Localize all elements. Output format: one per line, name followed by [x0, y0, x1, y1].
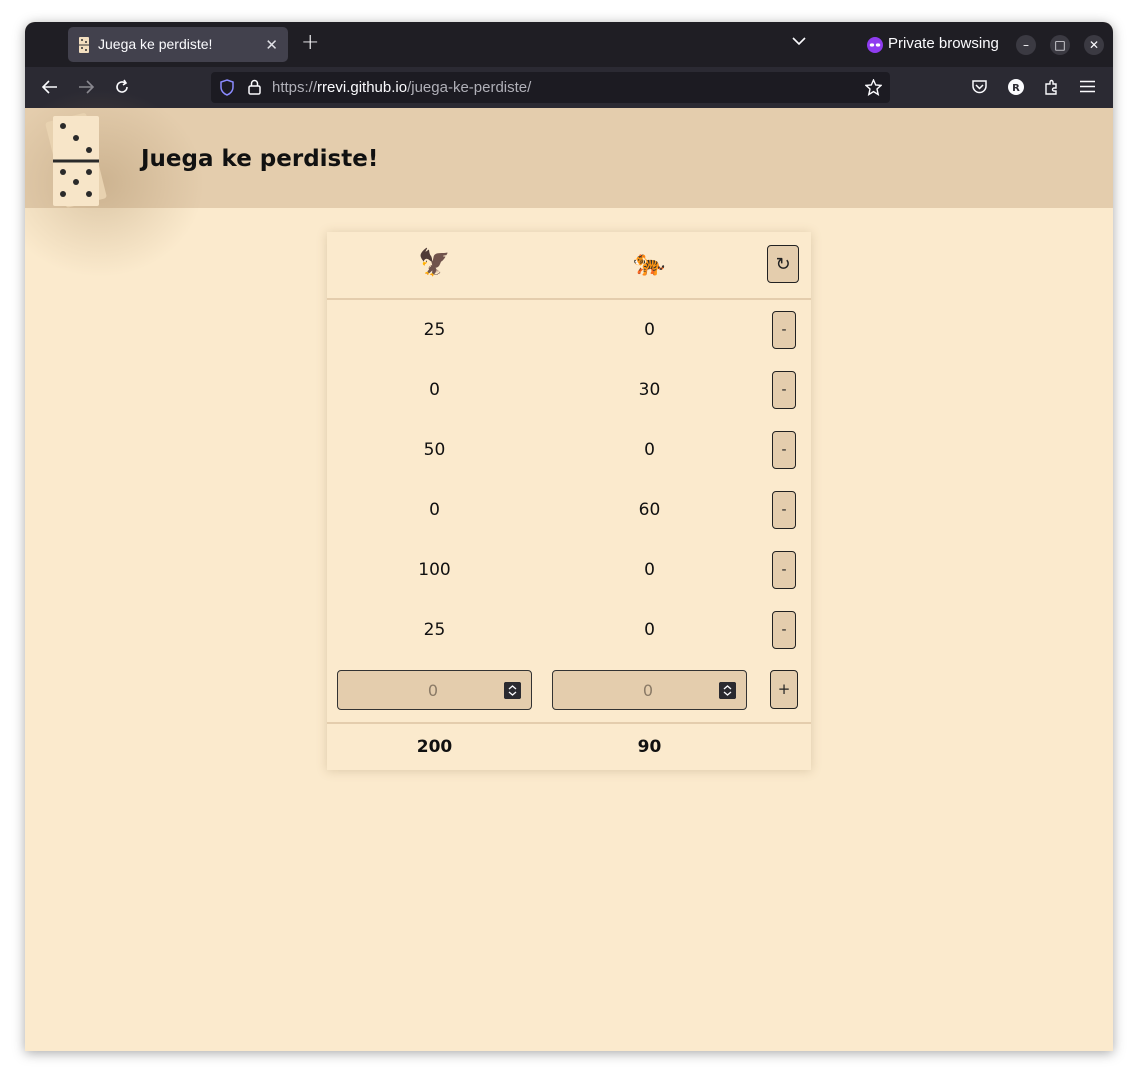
browser-window: Juega ke perdiste! ✕ + Private browsing …: [25, 22, 1113, 1051]
account-avatar-icon[interactable]: R: [1007, 78, 1025, 96]
tab-strip: Juega ke perdiste! ✕ + Private browsing …: [25, 22, 1113, 67]
score-row: 25 0 -: [327, 600, 811, 660]
private-browsing-label: Private browsing: [888, 35, 999, 52]
number-spinner-icon[interactable]: [719, 682, 736, 699]
url-text[interactable]: https://rrevi.github.io/juega-ke-perdist…: [272, 79, 531, 96]
total-player-2: 90: [637, 737, 662, 757]
score-row: 0 30 -: [327, 360, 811, 420]
lock-icon[interactable]: [248, 79, 261, 95]
score-cell-player-1: 50: [423, 440, 446, 460]
score-row: 25 0 -: [327, 300, 811, 360]
remove-row-button[interactable]: -: [772, 551, 796, 589]
player-2-input-value: 0: [642, 681, 654, 700]
score-cell-player-1: 25: [423, 620, 446, 640]
player-1-score-input[interactable]: 0: [337, 670, 532, 710]
remove-row-button[interactable]: -: [772, 371, 796, 409]
score-row: 100 0 -: [327, 540, 811, 600]
score-cell-player-2: 0: [644, 560, 655, 580]
score-table: 🦅 🐅 ↻ 25 0 - 0 30 - 50 0 - 0 60 - 100 0 …: [327, 232, 811, 770]
url-scheme: https://: [272, 79, 318, 96]
total-player-1: 200: [416, 737, 453, 757]
score-cell-player-1: 25: [423, 320, 446, 340]
tracking-shield-icon[interactable]: [220, 79, 234, 96]
extensions-puzzle-icon[interactable]: [1043, 79, 1060, 96]
new-score-row: 0 0 +: [327, 670, 811, 724]
score-cell-player-1: 100: [418, 560, 451, 580]
hamburger-menu-icon[interactable]: [1080, 80, 1095, 93]
score-cell-player-2: 0: [644, 620, 655, 640]
remove-row-button[interactable]: -: [772, 431, 796, 469]
svg-text:R: R: [1012, 83, 1020, 94]
tab-close-icon[interactable]: ✕: [265, 36, 278, 54]
score-table-header: 🦅 🐅 ↻: [327, 232, 811, 300]
score-cell-player-1: 0: [429, 380, 440, 400]
score-cell-player-2: 30: [638, 380, 661, 400]
reset-button[interactable]: ↻: [767, 245, 799, 283]
remove-row-button[interactable]: -: [772, 311, 796, 349]
url-bar[interactable]: https://rrevi.github.io/juega-ke-perdist…: [211, 72, 890, 103]
list-tabs-chevron-icon[interactable]: [792, 36, 806, 46]
score-row: 0 60 -: [327, 480, 811, 540]
remove-row-button[interactable]: -: [772, 491, 796, 529]
url-path: /juega-ke-perdiste/: [407, 79, 532, 96]
page-title: Juega ke perdiste!: [141, 146, 379, 172]
new-tab-icon[interactable]: +: [301, 30, 319, 55]
bookmark-star-icon[interactable]: [865, 79, 882, 96]
tab-active[interactable]: Juega ke perdiste! ✕: [68, 27, 288, 62]
remove-row-button[interactable]: -: [772, 611, 796, 649]
add-row-button[interactable]: +: [770, 670, 798, 709]
domino-favicon-icon: [79, 37, 89, 53]
domino-logo-icon: [45, 113, 107, 208]
pocket-icon[interactable]: [971, 79, 988, 95]
player-1-input-value: 0: [427, 681, 439, 700]
score-row: 50 0 -: [327, 420, 811, 480]
eagle-icon: 🦅: [418, 248, 451, 278]
score-cell-player-2: 0: [644, 440, 655, 460]
private-browsing-icon: [867, 37, 883, 53]
score-cell-player-2: 0: [644, 320, 655, 340]
close-window-button[interactable]: ✕: [1084, 35, 1104, 55]
url-host: rrevi.github.io: [317, 79, 408, 96]
minimize-button[interactable]: –: [1016, 35, 1036, 55]
totals-row: 200 90: [327, 722, 811, 770]
maximize-button[interactable]: □: [1050, 35, 1070, 55]
score-cell-player-1: 0: [429, 500, 440, 520]
tab-title: Juega ke perdiste!: [98, 36, 213, 52]
site-header: Juega ke perdiste!: [25, 88, 1113, 278]
tiger-icon: 🐅: [633, 248, 666, 278]
number-spinner-icon[interactable]: [504, 682, 521, 699]
score-cell-player-2: 60: [638, 500, 661, 520]
player-2-score-input[interactable]: 0: [552, 670, 747, 710]
page-content: Juega ke perdiste! 🦅 🐅 ↻ 25 0 - 0 30 - 5…: [25, 88, 1113, 1051]
